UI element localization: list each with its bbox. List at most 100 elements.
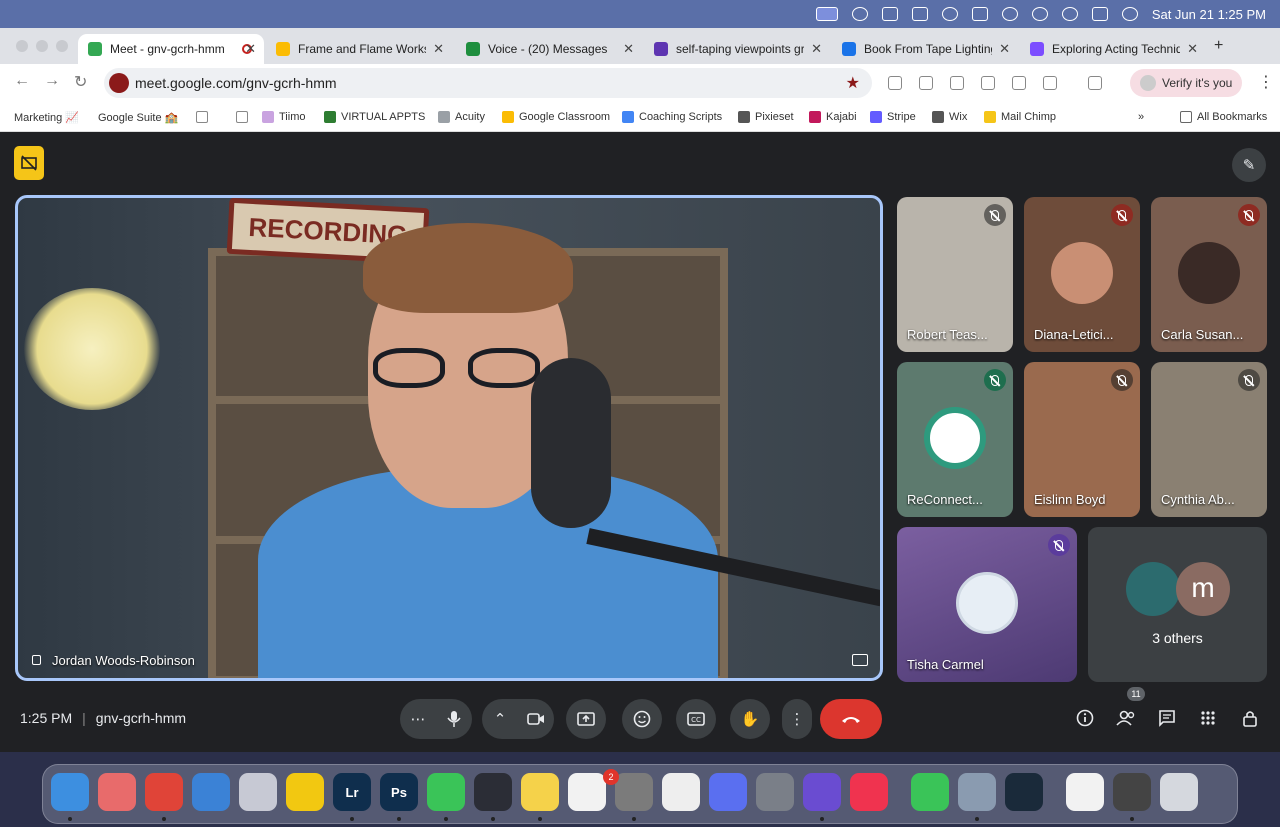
bluetooth-icon[interactable] <box>1031 7 1048 21</box>
browser-tab[interactable]: Book From Tape Lighting S ✕ <box>832 34 1018 64</box>
participant-tile[interactable]: ReConnect... <box>897 362 1013 517</box>
verify-button[interactable]: Verify it's you <box>1130 69 1242 97</box>
dock-app-chrome[interactable] <box>145 773 183 811</box>
meeting-info-button[interactable] <box>1073 706 1097 730</box>
people-button[interactable] <box>1114 706 1138 730</box>
close-tab-icon[interactable]: ✕ <box>811 41 822 57</box>
chat-button[interactable] <box>1155 706 1179 730</box>
dock-app-lightroom[interactable]: Lr <box>333 773 371 811</box>
zoom-window-button[interactable] <box>56 40 68 52</box>
dock-app-iphone[interactable] <box>756 773 794 811</box>
bookmark-item[interactable]: Google Suite 🏫 <box>98 111 178 124</box>
menubar-clock[interactable]: Sat Jun 21 1:25 PM <box>1152 7 1266 22</box>
extension-icon[interactable] <box>919 76 933 90</box>
browser-menu-icon[interactable]: ⋮ <box>1258 72 1274 92</box>
dock-app-finder[interactable] <box>51 773 89 811</box>
captions-button[interactable]: CC <box>676 699 716 739</box>
browser-tab[interactable]: Voice - (20) Messages ✕ <box>456 34 642 64</box>
all-bookmarks-folder[interactable]: All Bookmarks <box>1180 111 1267 123</box>
reactions-button[interactable] <box>622 699 662 739</box>
present-screen-button[interactable] <box>566 699 606 739</box>
bookmarks-overflow-icon[interactable]: » <box>1138 111 1144 123</box>
bookmark-item[interactable]: Kajabi <box>809 111 857 123</box>
perplexity-icon[interactable] <box>851 7 868 21</box>
participant-tile[interactable]: Diana-Letici... <box>1024 197 1140 352</box>
bookmark-item[interactable]: Marketing 📈 <box>14 111 79 124</box>
leave-call-button[interactable] <box>820 699 882 739</box>
bookmark-star-icon[interactable]: ★ <box>846 73 860 93</box>
pin-icon[interactable] <box>30 654 42 667</box>
dock-app-davinci[interactable] <box>474 773 512 811</box>
dock-app-chatgpt[interactable] <box>662 773 700 811</box>
participant-tile[interactable]: Carla Susan... <box>1151 197 1267 352</box>
control-center-icon[interactable] <box>1091 7 1108 21</box>
others-tile[interactable]: m 3 others <box>1088 527 1267 682</box>
dock-app-window[interactable] <box>1113 773 1151 811</box>
close-tab-icon[interactable]: ✕ <box>433 41 444 57</box>
tab-search-icon[interactable] <box>1088 76 1102 90</box>
minimize-window-button[interactable] <box>36 40 48 52</box>
dock-app-settings[interactable] <box>615 773 653 811</box>
captions-off-button[interactable] <box>14 146 44 180</box>
spotlight-icon[interactable] <box>1061 7 1078 21</box>
host-controls-button[interactable] <box>1238 706 1262 730</box>
dock-app-doc[interactable] <box>1066 773 1104 811</box>
bookmark-item[interactable]: Mail Chimp <box>984 111 1056 123</box>
dock-app-perplexity[interactable] <box>709 773 747 811</box>
folder-icon[interactable] <box>236 111 248 123</box>
forward-button[interactable]: → <box>44 72 60 90</box>
image-icon[interactable] <box>911 7 928 21</box>
new-tab-button[interactable]: + <box>1214 37 1223 55</box>
annotate-button[interactable]: ✎ <box>1232 148 1266 182</box>
activities-button[interactable] <box>1196 706 1220 730</box>
bookmark-item[interactable]: Pixieset <box>738 111 794 123</box>
participant-tile[interactable]: Eislinn Boyd <box>1024 362 1140 517</box>
close-tab-icon[interactable]: ✕ <box>245 41 256 57</box>
feather-extension-icon[interactable] <box>1012 76 1026 90</box>
back-button[interactable]: ← <box>14 72 30 90</box>
browser-tab[interactable]: Meet - gnv-gcrh-hmm ✕ <box>78 34 264 64</box>
dock-app-safari[interactable] <box>98 773 136 811</box>
dock-app-trash[interactable] <box>1160 773 1198 811</box>
bookmark-item[interactable]: Tiimo <box>262 111 305 123</box>
address-bar[interactable]: meet.google.com/gnv-gcrh-hmm ★ <box>104 68 872 98</box>
siri-icon[interactable] <box>1121 7 1138 21</box>
bookmark-item[interactable]: Acuity <box>438 111 485 123</box>
browser-tab[interactable]: Exploring Acting Techniqu ✕ <box>1020 34 1206 64</box>
puzzle-icon[interactable] <box>1043 76 1057 90</box>
dock-app-app2[interactable] <box>286 773 324 811</box>
raise-hand-button[interactable]: ✋ <box>730 699 770 739</box>
wifi-icon[interactable] <box>1001 7 1018 21</box>
dock-app-notes[interactable] <box>521 773 559 811</box>
dock-app-facetime[interactable] <box>911 773 949 811</box>
participant-tile-tisha[interactable]: Tisha Carmel <box>897 527 1077 682</box>
bookmark-item[interactable]: Google Classroom <box>502 111 610 123</box>
bookmark-item[interactable]: Coaching Scripts <box>622 111 722 123</box>
main-speaker-tile[interactable]: RECORDING Jordan Woods-Robinson <box>15 195 883 681</box>
bookmark-item[interactable]: Stripe <box>870 111 916 123</box>
bookmark-item[interactable]: VIRTUAL APPTS <box>324 111 425 123</box>
reload-button[interactable]: ↻ <box>74 72 87 92</box>
microphone-button[interactable] <box>436 699 472 739</box>
close-tab-icon[interactable]: ✕ <box>1187 41 1198 57</box>
app-status-icon[interactable] <box>881 7 898 21</box>
moon-icon[interactable] <box>941 7 958 21</box>
battery-icon[interactable] <box>971 7 988 21</box>
screen-share-icon[interactable] <box>815 7 838 21</box>
dock-app-mail[interactable] <box>192 773 230 811</box>
bookmark-item[interactable]: Wix <box>932 111 967 123</box>
participant-tile[interactable]: Robert Teas... <box>897 197 1013 352</box>
apps-grid-icon[interactable] <box>196 111 208 123</box>
dock-app-preview[interactable] <box>958 773 996 811</box>
drive-extension-icon[interactable] <box>950 76 964 90</box>
close-window-button[interactable] <box>16 40 28 52</box>
expand-icon[interactable] <box>852 654 868 666</box>
perplexity-extension-icon[interactable] <box>981 76 995 90</box>
dock-app-quicktime[interactable] <box>1005 773 1043 811</box>
browser-tab[interactable]: Frame and Flame Worksho ✕ <box>266 34 452 64</box>
more-options-button[interactable]: ⋮ <box>782 699 812 739</box>
audio-options-button[interactable]: ⋯ <box>400 699 436 739</box>
browser-tab[interactable]: self-taping viewpoints gri ✕ <box>644 34 830 64</box>
dock-app-messages[interactable] <box>427 773 465 811</box>
dock-app-app3[interactable] <box>803 773 841 811</box>
